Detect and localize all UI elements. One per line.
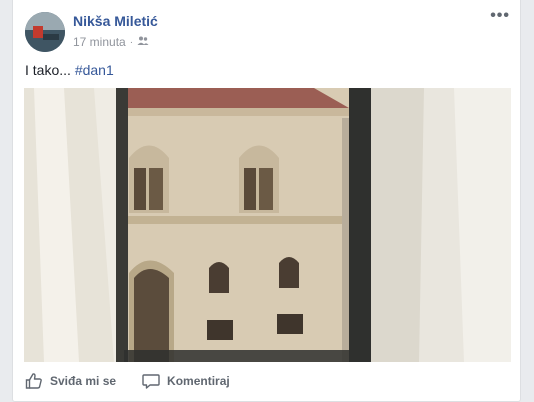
comment-button[interactable]: Komentiraj <box>142 372 230 390</box>
post-meta: 17 minuta · <box>73 35 149 49</box>
post-timestamp[interactable]: 17 minuta <box>73 35 126 49</box>
comment-icon <box>142 372 160 390</box>
post-actions: Sviđa mi se Komentiraj <box>25 372 230 390</box>
hashtag-link[interactable]: #dan1 <box>75 62 114 78</box>
post-photo[interactable] <box>24 88 511 362</box>
meta-separator: · <box>129 36 134 48</box>
photo-image <box>24 88 511 362</box>
thumbs-up-icon <box>25 372 43 390</box>
comment-label: Komentiraj <box>167 374 230 388</box>
post-text: I tako... #dan1 <box>25 62 114 78</box>
post-card: Nikša Miletić 17 minuta · ••• I tako... … <box>12 0 521 402</box>
post-text-body: I tako... <box>25 62 75 78</box>
like-label: Sviđa mi se <box>50 374 117 388</box>
like-button[interactable]: Sviđa mi se <box>25 372 116 390</box>
friends-icon[interactable] <box>137 35 149 49</box>
author-name[interactable]: Nikša Miletić <box>73 13 158 29</box>
more-options-icon[interactable]: ••• <box>490 8 510 24</box>
avatar-image <box>25 12 65 52</box>
author-avatar[interactable] <box>25 12 65 52</box>
